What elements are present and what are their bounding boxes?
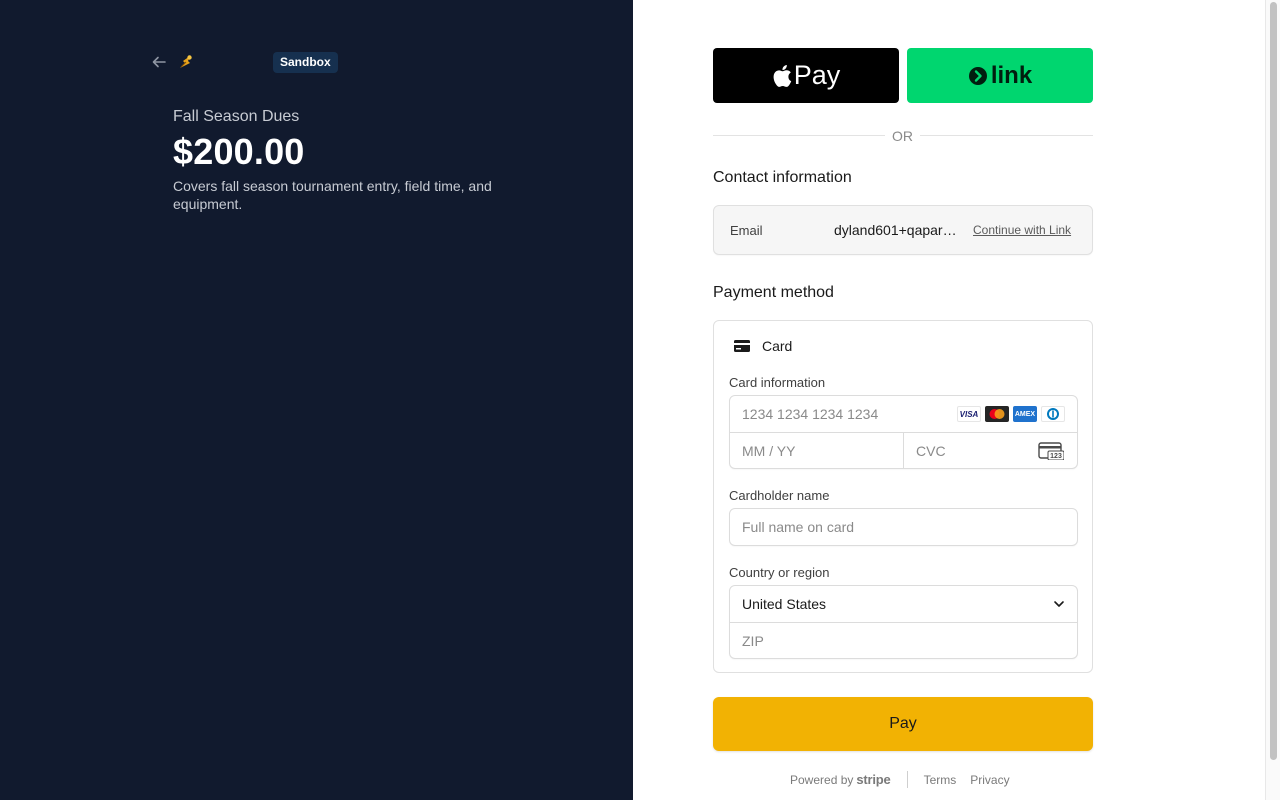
- country-zip-group: United States ZIP: [729, 585, 1078, 659]
- zip-placeholder: ZIP: [742, 633, 764, 649]
- apple-pay-button[interactable]: Pay: [713, 48, 899, 103]
- footer-separator: [906, 771, 908, 788]
- order-summary-panel: Sandbox Fall Season Dues $200.00 Covers …: [0, 0, 633, 800]
- visa-icon: VISA: [957, 406, 981, 422]
- country-value: United States: [742, 596, 827, 612]
- card-info-label: Card information: [729, 375, 826, 390]
- link-pay-button[interactable]: link: [907, 48, 1093, 103]
- merchant-logo-icon: [180, 55, 192, 68]
- cvc-icon-digits: 123: [1050, 453, 1062, 460]
- amex-icon: AMEX: [1013, 406, 1037, 422]
- card-number-input[interactable]: 1234 1234 1234 1234 VISA AMEX: [730, 396, 1077, 432]
- cvc-input[interactable]: CVC 123: [904, 433, 1078, 469]
- powered-by-text: Powered by: [790, 772, 854, 787]
- card-expiry-cvc-row: MM / YY CVC 123: [730, 432, 1078, 469]
- continue-with-link-link[interactable]: Continue with Link: [973, 223, 1071, 237]
- footer: Powered by stripe Terms Privacy: [790, 771, 1010, 788]
- divider-right: [920, 135, 1093, 136]
- privacy-link[interactable]: Privacy: [970, 773, 1009, 787]
- divider-left: [713, 135, 885, 136]
- stripe-logo[interactable]: stripe: [856, 772, 890, 787]
- sandbox-badge: Sandbox: [273, 52, 338, 73]
- total-amount: $200.00: [173, 131, 305, 172]
- or-divider-text: OR: [892, 128, 913, 144]
- link-arrow-icon: [968, 66, 987, 85]
- email-value: dyland601+qaparent@gmail.com: [834, 222, 964, 238]
- country-label: Country or region: [729, 565, 830, 580]
- pay-button[interactable]: Pay: [713, 697, 1093, 751]
- apple-logo-icon: [773, 64, 791, 87]
- expiry-input[interactable]: MM / YY: [730, 433, 904, 469]
- diners-club-icon: [1041, 406, 1065, 422]
- product-description: Covers fall season tournament entry, fie…: [173, 178, 492, 212]
- email-field[interactable]: Email dyland601+qaparent@gmail.com Conti…: [713, 205, 1093, 255]
- cardholder-name-input[interactable]: Full name on card: [729, 508, 1078, 546]
- payment-section-title: Payment method: [713, 284, 834, 301]
- cvc-placeholder: CVC: [916, 443, 946, 459]
- card-info-group: 1234 1234 1234 1234 VISA AMEX MM / YY CV…: [729, 395, 1078, 469]
- country-select[interactable]: United States: [730, 586, 1077, 622]
- payment-method-box: Card Card information 1234 1234 1234 123…: [713, 320, 1093, 673]
- back-arrow-icon[interactable]: [150, 53, 168, 71]
- card-icon: [734, 340, 750, 352]
- contact-section-title: Contact information: [713, 169, 852, 186]
- cardholder-placeholder: Full name on card: [742, 519, 855, 535]
- terms-link[interactable]: Terms: [924, 773, 957, 787]
- card-number-placeholder: 1234 1234 1234 1234: [742, 406, 879, 422]
- zip-input[interactable]: ZIP: [730, 622, 1077, 658]
- cardholder-label: Cardholder name: [729, 488, 830, 503]
- expiry-placeholder: MM / YY: [742, 443, 796, 459]
- email-label: Email: [730, 223, 763, 238]
- card-brands: VISA AMEX: [957, 406, 1065, 422]
- pay-button-label: Pay: [889, 715, 917, 732]
- mastercard-icon: [985, 406, 1009, 422]
- scrollbar-thumb[interactable]: [1270, 2, 1277, 760]
- scrollbar[interactable]: [1265, 0, 1280, 800]
- product-name: Fall Season Dues: [173, 108, 300, 125]
- apple-pay-label: Pay: [793, 60, 841, 90]
- card-method-label[interactable]: Card: [762, 338, 792, 354]
- chevron-down-icon: [1054, 601, 1064, 607]
- link-label: link: [990, 61, 1033, 89]
- cvc-card-icon: 123: [1038, 442, 1064, 460]
